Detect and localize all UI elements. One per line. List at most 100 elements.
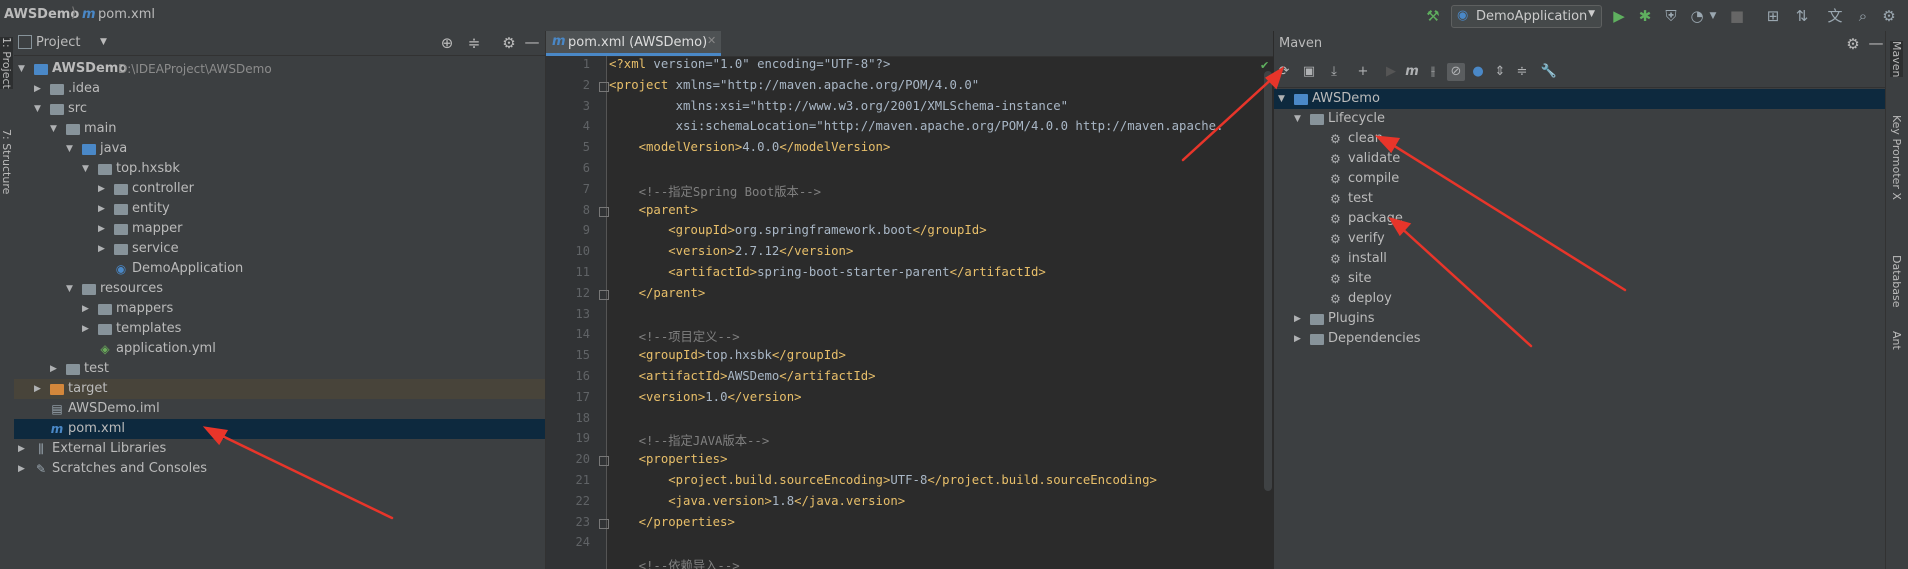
tree-item[interactable]: ▼ resources [14, 279, 545, 299]
key-promoter-tool-tab[interactable]: Key Promoter X [1890, 115, 1903, 200]
code-line[interactable]: <version>1.0</version> [609, 390, 802, 404]
build-hammer-icon[interactable]: ⚒ [1424, 7, 1442, 25]
code-line[interactable]: <properties> [609, 452, 728, 466]
chevron-right-icon[interactable]: ▶ [18, 459, 28, 479]
code-line[interactable]: </parent> [609, 286, 706, 300]
diagram-icon[interactable]: ● [1469, 63, 1487, 81]
ant-tool-tab[interactable]: Ant [1890, 331, 1903, 350]
chevron-down-icon[interactable]: ▼ [66, 139, 76, 159]
expand-all-icon[interactable]: ⇕ [1491, 63, 1509, 81]
run-icon[interactable]: ▶ [1610, 7, 1628, 25]
code-line[interactable]: <!--项目定义--> [609, 327, 740, 345]
code-line[interactable]: <project xmlns="http://maven.apache.org/… [609, 78, 979, 92]
chevron-right-icon[interactable]: ▶ [98, 199, 108, 219]
tree-item[interactable]: ▶ ✎ Scratches and Consoles [14, 459, 545, 479]
project-tool-tab[interactable]: 1: Project [0, 37, 13, 89]
tree-item[interactable]: ◈ application.yml [14, 339, 545, 359]
code-area[interactable]: <?xml version="1.0" encoding="UTF-8"?> <p… [546, 56, 1264, 569]
chevron-down-icon[interactable]: ▼ [66, 279, 76, 299]
collapse-all-icon[interactable]: ≑ [1513, 63, 1531, 81]
tree-item[interactable]: ▶ ⫼ External Libraries [14, 439, 545, 459]
gear-icon[interactable]: ⚙ [1844, 35, 1862, 53]
collapse-all-icon[interactable]: ≑ [465, 34, 483, 52]
code-line[interactable]: </properties> [609, 515, 735, 529]
maven-phase-test[interactable]: ⚙ test [1274, 189, 1886, 209]
tree-item[interactable]: ▶ .idea [14, 79, 545, 99]
tree-item[interactable]: ▶ service [14, 239, 545, 259]
locate-icon[interactable]: ⊕ [438, 34, 456, 52]
hide-icon[interactable]: — [1867, 34, 1885, 52]
tree-item[interactable]: ▼ main [14, 119, 545, 139]
search-everywhere-icon[interactable]: ⌕ [1854, 7, 1872, 25]
chevron-right-icon[interactable]: ▶ [82, 299, 92, 319]
maven-tool-tab[interactable]: Maven [1890, 41, 1903, 78]
code-line[interactable]: <parent> [609, 203, 698, 217]
maven-plugins[interactable]: ▶ Plugins [1274, 309, 1886, 329]
code-line[interactable]: <groupId>top.hxsbk</groupId> [609, 348, 846, 362]
translate-icon[interactable]: ⽂ [1826, 7, 1844, 25]
chevron-down-icon[interactable]: ▼ [100, 37, 107, 47]
maven-phase-verify[interactable]: ⚙ verify [1274, 229, 1886, 249]
tree-item[interactable]: ▶ mappers [14, 299, 545, 319]
chevron-down-icon[interactable]: ▼ [50, 119, 60, 139]
skip-tests-icon[interactable]: ⊘ [1447, 63, 1465, 81]
maven-phase-install[interactable]: ⚙ install [1274, 249, 1886, 269]
code-line[interactable]: <version>2.7.12</version> [609, 244, 853, 258]
project-structure-icon[interactable]: ⊞ [1764, 7, 1782, 25]
chevron-down-icon[interactable]: ▼ [82, 159, 92, 179]
code-line[interactable]: xmlns:xsi="http://www.w3.org/2001/XMLSch… [609, 99, 1068, 113]
maven-phase-package[interactable]: ⚙ package [1274, 209, 1886, 229]
code-line[interactable]: <!--指定Spring Boot版本--> [609, 182, 821, 200]
code-line[interactable]: <artifactId>AWSDemo</artifactId> [609, 369, 876, 383]
database-tool-tab[interactable]: Database [1890, 255, 1903, 308]
reload-icon[interactable]: ⟳ [1275, 63, 1293, 81]
debug-icon[interactable]: ✱ [1636, 7, 1654, 25]
tree-item[interactable]: ▼ AWSDemo D:\IDEAProject\AWSDemo [14, 59, 545, 79]
chevron-right-icon[interactable]: ▶ [82, 319, 92, 339]
run-icon[interactable]: ▶ [1382, 63, 1400, 81]
maven-phase-site[interactable]: ⚙ site [1274, 269, 1886, 289]
toggle-offline-icon[interactable]: ⫲ [1424, 63, 1442, 81]
editor-tab-pom[interactable]: m pom.xml (AWSDemo) ✕ [546, 31, 721, 56]
code-line[interactable]: <?xml version="1.0" encoding="UTF-8"?> [609, 57, 890, 71]
breadcrumb-file[interactable]: pom.xml [98, 7, 155, 22]
hide-icon[interactable]: — [523, 33, 541, 51]
tree-item[interactable]: ▼ src [14, 99, 545, 119]
tree-item[interactable]: ▼ java [14, 139, 545, 159]
coverage-icon[interactable]: ⛨ [1662, 7, 1680, 25]
tree-item[interactable]: ▶ templates [14, 319, 545, 339]
maven-lifecycle[interactable]: ▼ Lifecycle [1274, 109, 1886, 129]
maven-dependencies[interactable]: ▶ Dependencies [1274, 329, 1886, 349]
code-line[interactable]: <!--依赖导入--> [609, 556, 740, 569]
download-icon[interactable]: ⤓ [1325, 63, 1343, 81]
chevron-right-icon[interactable]: ▶ [34, 379, 44, 399]
tree-item[interactable]: ▶ target [14, 379, 545, 399]
tree-item[interactable]: ▶ entity [14, 199, 545, 219]
add-icon[interactable]: + [1354, 63, 1372, 81]
more-run-chevron-icon[interactable]: ▼ [1704, 7, 1722, 25]
structure-tool-tab[interactable]: 7: Structure [0, 129, 13, 194]
close-icon[interactable]: ✕ [707, 34, 716, 47]
maven-phase-deploy[interactable]: ⚙ deploy [1274, 289, 1886, 309]
code-line[interactable]: <java.version>1.8</java.version> [609, 494, 905, 508]
execute-goal-icon[interactable]: m [1403, 63, 1421, 81]
tree-item[interactable]: ▤ AWSDemo.iml [14, 399, 545, 419]
chevron-right-icon[interactable]: ▶ [98, 179, 108, 199]
tree-item[interactable]: ◉ DemoApplication [14, 259, 545, 279]
chevron-right-icon[interactable]: ▶ [18, 439, 28, 459]
run-config-select[interactable]: ◉ DemoApplication ▼ [1451, 5, 1602, 28]
code-line[interactable]: <!--指定JAVA版本--> [609, 431, 770, 449]
vcs-icon[interactable]: ⇅ [1793, 7, 1811, 25]
maven-phase-clean[interactable]: ⚙ clean [1274, 129, 1886, 149]
tree-item[interactable]: ▼ top.hxsbk [14, 159, 545, 179]
maven-phase-compile[interactable]: ⚙ compile [1274, 169, 1886, 189]
chevron-down-icon[interactable]: ▼ [18, 59, 28, 79]
chevron-right-icon[interactable]: ▶ [98, 219, 108, 239]
chevron-down-icon[interactable]: ▼ [34, 99, 44, 119]
code-line[interactable]: <groupId>org.springframework.boot</group… [609, 223, 986, 237]
tree-item[interactable]: m pom.xml [14, 419, 545, 439]
breadcrumb-project[interactable]: AWSDemo [4, 7, 79, 22]
chevron-right-icon[interactable]: ▶ [98, 239, 108, 259]
editor-scrollbar[interactable] [1264, 71, 1272, 491]
code-line[interactable]: <modelVersion>4.0.0</modelVersion> [609, 140, 891, 154]
